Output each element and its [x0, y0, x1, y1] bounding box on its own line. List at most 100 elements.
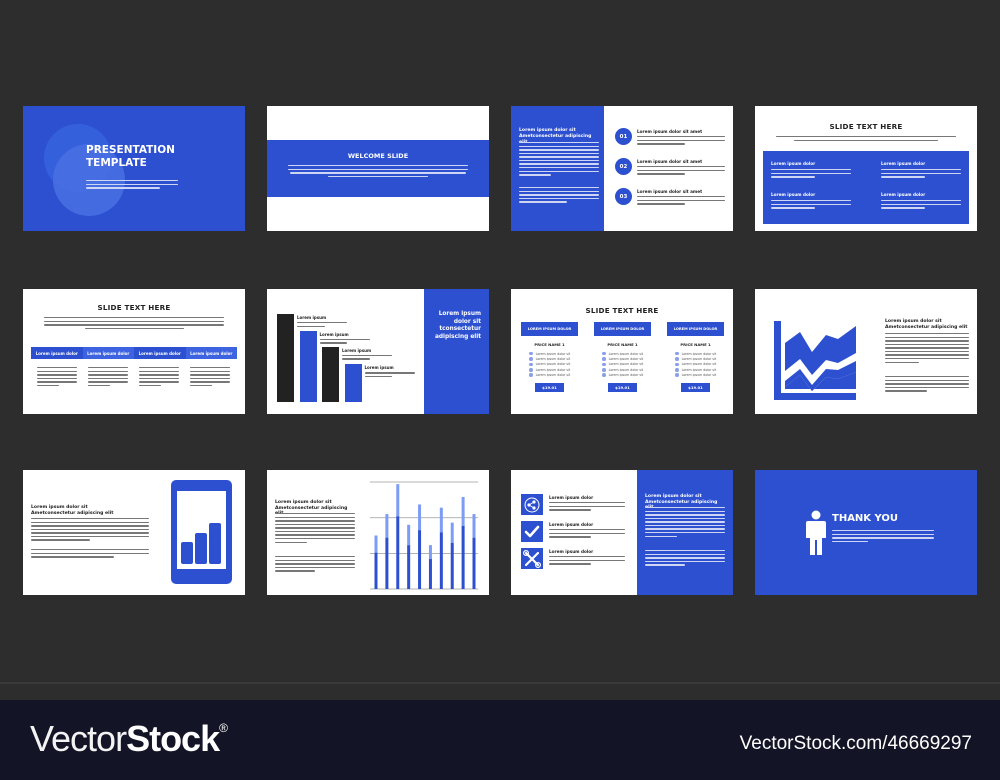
- bar-light: [396, 484, 400, 517]
- slide-icon-list[interactable]: Lorem ipsum dolor Lorem ipsum dolor Lorem …: [511, 470, 733, 595]
- plan-name: PRICE NAME 1: [534, 342, 565, 347]
- tablet-chart-icon: [171, 480, 232, 584]
- column-body: [139, 367, 179, 387]
- feature-item: Lorem ipsum dolor sit: [529, 373, 578, 378]
- bar-dark: [439, 532, 443, 589]
- feature-list: Lorem ipsum dolor sit Lorem ipsum dolor s…: [602, 351, 651, 378]
- column-header: Lorem ipsum dolor: [31, 347, 83, 359]
- check-icon: [602, 357, 606, 361]
- check-icon: [602, 373, 606, 378]
- bar-dark: [396, 516, 400, 589]
- slide-bar-steps[interactable]: Lorem ipsum Lorem ipsum Lorem ipsum Lorem i…: [267, 289, 489, 414]
- slide-heading: SLIDE TEXT HERE: [97, 303, 171, 312]
- slide-heading: SLIDE TEXT HERE: [829, 122, 903, 131]
- step-label: Lorem ipsum: [364, 365, 415, 378]
- bar-dark: [385, 537, 389, 589]
- slide-tablet[interactable]: Lorem ipsum dolor sit Ametconsectetur ad…: [23, 470, 245, 595]
- icon-list-item: Lorem ipsum dolor: [521, 521, 631, 543]
- column-header: Lorem ipsum dolor: [185, 347, 237, 359]
- price-button[interactable]: $19.01: [608, 382, 637, 392]
- welcome-title: WELCOME SLIDE: [347, 152, 409, 160]
- pricing-plan: LOREM IPSUM DOLOR PRICE NAME 1 Lorem ipsum…: [594, 322, 651, 392]
- bar-dark: [374, 552, 378, 589]
- info-box: Lorem ipsum dolor: [771, 161, 851, 178]
- stacked-bar-chart: [370, 481, 478, 590]
- right-panel: Lorem ipsum dolor sit tconsectetur adipi…: [424, 289, 489, 414]
- slide-body-text: [86, 180, 178, 189]
- icon-list-item: Lorem ipsum dolor: [521, 494, 631, 516]
- bar-light: [374, 535, 378, 553]
- checkmark-icon: [521, 521, 543, 542]
- plan-header: LOREM IPSUM DOLOR: [667, 322, 724, 336]
- price-button[interactable]: $19.01: [535, 382, 564, 392]
- numbered-item: 01 Lorem ipsum dolor sit amet: [615, 128, 727, 154]
- person-icon: [806, 510, 826, 555]
- step-bar: [277, 314, 294, 402]
- bar-dark: [418, 530, 422, 589]
- thank-you-title: THANK YOU: [832, 513, 899, 524]
- right-panel: Lorem ipsum dolor sit Ametconsectetur ad…: [637, 470, 733, 595]
- slide-title[interactable]: PRESENTATION TEMPLATE: [23, 106, 245, 231]
- slide-bar-chart[interactable]: Lorem ipsum dolor sit Ametconsectetur ad…: [267, 470, 489, 595]
- step-label: Lorem ipsum: [319, 332, 370, 344]
- feature-list: Lorem ipsum dolor sit Lorem ipsum dolor s…: [529, 351, 578, 378]
- number-badge: 01: [615, 128, 632, 145]
- bar-light: [428, 545, 432, 560]
- column-header: Lorem ipsum dolor: [134, 347, 186, 359]
- feature-item: Lorem ipsum dolor sit: [602, 373, 651, 378]
- stock-id: VectorStock.com/46669297: [739, 733, 972, 754]
- check-icon: [675, 362, 679, 367]
- slide-four-box[interactable]: SLIDE TEXT HERE Lorem ipsum dolor Lorem i…: [755, 106, 977, 231]
- bar-dark: [428, 559, 432, 589]
- check-icon: [602, 362, 606, 367]
- slide-area-chart[interactable]: Lorem ipsum dolor sit Ametconsectetur ad…: [755, 289, 977, 414]
- check-icon: [675, 351, 679, 356]
- check-icon: [529, 373, 533, 378]
- check-icon: [529, 368, 533, 372]
- bar-dark: [472, 537, 476, 589]
- plan-name: PRICE NAME 1: [607, 342, 638, 347]
- info-box: Lorem ipsum dolor: [881, 161, 961, 178]
- bar-light: [461, 496, 465, 526]
- pricing-plan: LOREM IPSUM DOLOR PRICE NAME 1 Lorem ipsum…: [521, 322, 578, 392]
- welcome-body: [288, 165, 468, 178]
- area-chart-icon: [774, 321, 856, 400]
- left-panel: Lorem ipsum dolor sit Ametconsectetur ad…: [511, 106, 604, 231]
- step-bar: [299, 330, 317, 402]
- slide-four-column[interactable]: SLIDE TEXT HERE Lorem ipsum dolor Lorem i…: [23, 289, 245, 414]
- share-icon: [521, 494, 543, 515]
- bar-light: [418, 504, 422, 531]
- check-icon: [602, 351, 606, 356]
- bar-dark: [461, 525, 465, 589]
- check-icon: [529, 351, 533, 356]
- bar-light: [439, 507, 443, 533]
- check-icon: [529, 357, 533, 361]
- info-box-panel: Lorem ipsum dolor Lorem ipsum dolor Lorem …: [763, 151, 969, 224]
- vectorstock-logo[interactable]: VectorStock®: [30, 718, 228, 760]
- slide-numbered-list[interactable]: Lorem ipsum dolor sit Ametconsectetur ad…: [511, 106, 733, 231]
- plan-header: LOREM IPSUM DOLOR: [594, 322, 651, 336]
- bar-light: [385, 514, 389, 538]
- numbered-item: 03 Lorem ipsum dolor sit amet: [615, 188, 727, 214]
- check-icon: [675, 368, 679, 372]
- info-box: Lorem ipsum dolor: [881, 192, 961, 209]
- step-label: Lorem ipsum: [297, 315, 347, 327]
- slide-pricing[interactable]: SLIDE TEXT HERE LOREM IPSUM DOLOR PRICE N…: [511, 289, 733, 414]
- number-badge: 02: [615, 158, 632, 175]
- plan-header: LOREM IPSUM DOLOR: [521, 322, 578, 336]
- bar-light: [450, 522, 454, 543]
- bar-dark: [450, 542, 454, 589]
- slide-thank-you[interactable]: THANK YOU: [755, 470, 977, 595]
- column-body: [37, 367, 77, 387]
- slide-welcome[interactable]: WELCOME SLIDE: [267, 106, 489, 231]
- template-preview-sheet: PRESENTATION TEMPLATE WELCOME SLIDE Lore…: [0, 0, 1000, 780]
- feature-item: Lorem ipsum dolor sit: [675, 373, 724, 378]
- plan-name: PRICE NAME 1: [680, 342, 711, 347]
- price-button[interactable]: $19.01: [681, 382, 710, 392]
- column-body: [88, 367, 128, 387]
- info-box: Lorem ipsum dolor: [771, 192, 851, 209]
- bar-light: [407, 524, 411, 546]
- check-icon: [675, 357, 679, 361]
- welcome-band: WELCOME SLIDE: [267, 140, 489, 197]
- step-bar: [344, 364, 362, 402]
